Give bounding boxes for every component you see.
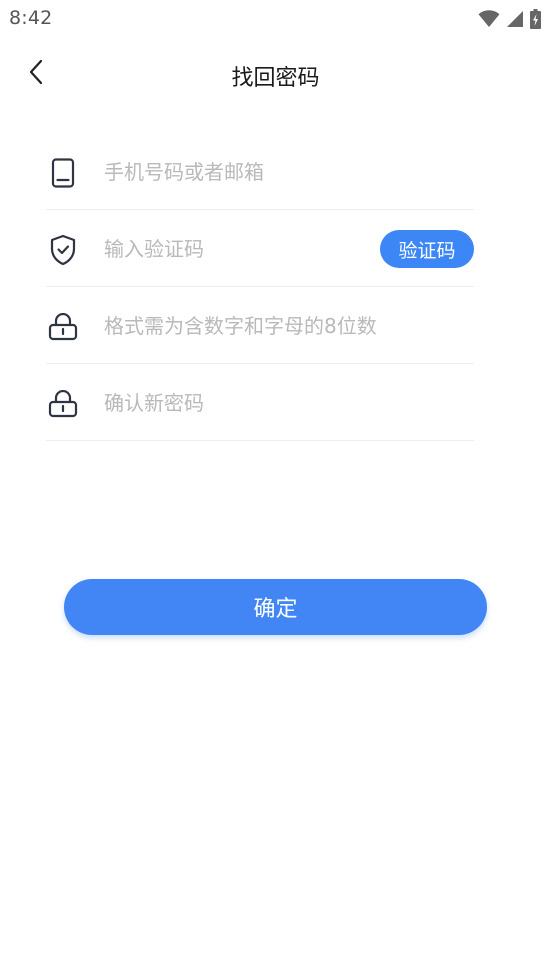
status-bar: 8:42 [0,0,551,38]
lock-icon [46,310,80,344]
phone-icon [46,156,80,190]
navigation-bar: 找回密码 [0,46,551,102]
phone-email-row [46,133,474,210]
shield-check-icon [46,233,80,267]
page-title: 找回密码 [231,66,320,91]
confirm-password-input[interactable] [104,385,472,421]
forgot-password-screen: 8:42 找回密码 手机号码或者邮箱 输入验证码 验证码 确定 [0,0,551,979]
wifi-icon [478,10,500,28]
status-time: 8:42 [9,7,53,29]
verification-code-row: 验证码 [46,210,474,287]
battery-charging-icon [530,9,541,29]
phone-email-input[interactable] [104,154,472,190]
status-icons [478,9,541,29]
lock-icon [46,387,80,421]
new-password-input[interactable] [104,308,472,344]
verification-code-input[interactable] [104,231,414,267]
new-password-row [46,287,474,364]
get-verification-code-button[interactable]: 验证码 [380,230,474,268]
cell-signal-icon [506,10,524,28]
reset-password-form: 验证码 [46,133,474,441]
confirm-button[interactable]: 确定 [64,579,487,635]
confirm-password-row [46,364,474,441]
